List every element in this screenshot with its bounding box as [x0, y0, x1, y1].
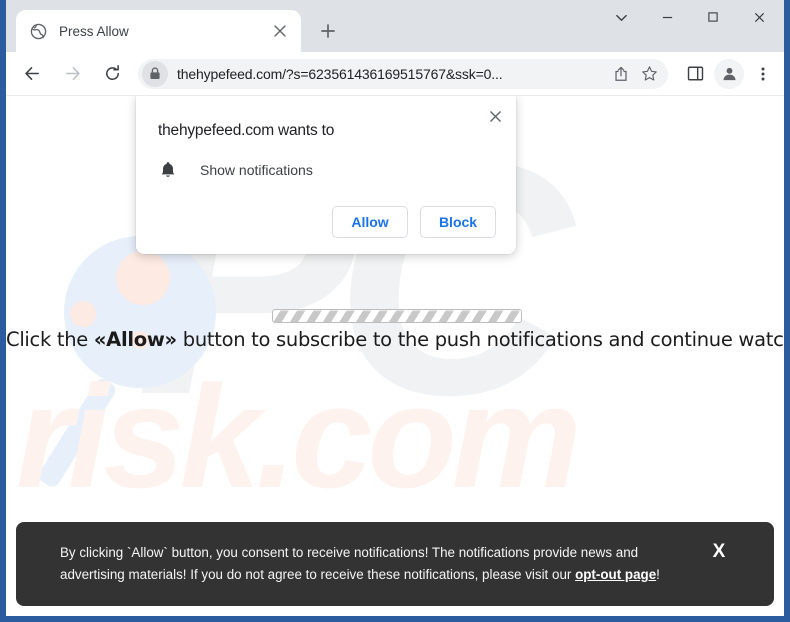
- tab-search-chevron-down-icon[interactable]: [598, 0, 644, 34]
- cta-suffix: button to subscribe to the push notifica…: [176, 328, 784, 351]
- page-viewport: PC risk.com Click the «Allow» button to …: [6, 96, 784, 616]
- reload-icon[interactable]: [95, 57, 129, 91]
- maximize-icon[interactable]: [690, 0, 736, 34]
- consent-banner: By clicking `Allow` button, you consent …: [16, 522, 774, 606]
- minimize-icon[interactable]: [644, 0, 690, 34]
- consent-banner-text: By clicking `Allow` button, you consent …: [60, 542, 702, 585]
- notification-permission-dialog: thehypefeed.com wants to Show notificati…: [136, 96, 516, 254]
- decorative-blob: [116, 251, 170, 305]
- watermark-riskcom: risk.com: [16, 355, 582, 518]
- loading-progress-bar: [272, 309, 522, 323]
- decorative-blob: [70, 301, 96, 327]
- address-bar-url: thehypefeed.com/?s=623561436169515767&ss…: [177, 65, 503, 82]
- profile-avatar-icon[interactable]: [714, 58, 744, 89]
- address-bar-actions: [606, 61, 662, 87]
- bell-icon: [158, 160, 178, 180]
- three-dot-menu-icon[interactable]: [748, 59, 778, 89]
- tab-title: Press Allow: [59, 23, 129, 39]
- share-icon[interactable]: [608, 61, 634, 87]
- opt-out-page-link[interactable]: opt-out page: [575, 567, 656, 582]
- dialog-title: thehypefeed.com wants to: [158, 122, 335, 139]
- call-to-action-text: Click the «Allow» button to subscribe to…: [6, 328, 784, 351]
- consent-banner-close-button[interactable]: X: [702, 538, 736, 566]
- window-controls: [598, 0, 784, 52]
- permission-label: Show notifications: [200, 162, 313, 178]
- browser-toolbar: thehypefeed.com/?s=623561436169515767&ss…: [6, 52, 784, 96]
- close-icon[interactable]: [736, 0, 782, 34]
- cta-prefix: Click the: [6, 328, 94, 351]
- side-panel-icon[interactable]: [680, 59, 710, 89]
- tab-list: Press Allow: [6, 10, 343, 52]
- dialog-buttons: Allow Block: [156, 206, 496, 238]
- consent-text-part2: !: [656, 567, 660, 582]
- permission-row: Show notifications: [156, 160, 496, 180]
- consent-text-part1: By clicking `Allow` button, you consent …: [60, 545, 639, 582]
- dialog-close-icon[interactable]: [482, 103, 508, 129]
- new-tab-button[interactable]: [313, 16, 343, 46]
- cta-allow-word: «Allow»: [93, 328, 177, 351]
- address-bar[interactable]: thehypefeed.com/?s=623561436169515767&ss…: [138, 58, 668, 89]
- forward-arrow-icon: [55, 57, 89, 91]
- star-icon[interactable]: [636, 61, 662, 87]
- tab-strip: Press Allow: [6, 0, 784, 52]
- block-button[interactable]: Block: [420, 206, 496, 238]
- browser-tab[interactable]: Press Allow: [16, 10, 301, 52]
- back-arrow-icon[interactable]: [15, 57, 49, 91]
- lock-icon[interactable]: [142, 60, 168, 87]
- allow-button[interactable]: Allow: [332, 206, 408, 238]
- globe-icon: [30, 23, 47, 40]
- tab-close-icon[interactable]: [269, 20, 291, 42]
- browser-window: Press Allow thehypefeed.com/?s=623561436…: [0, 0, 790, 622]
